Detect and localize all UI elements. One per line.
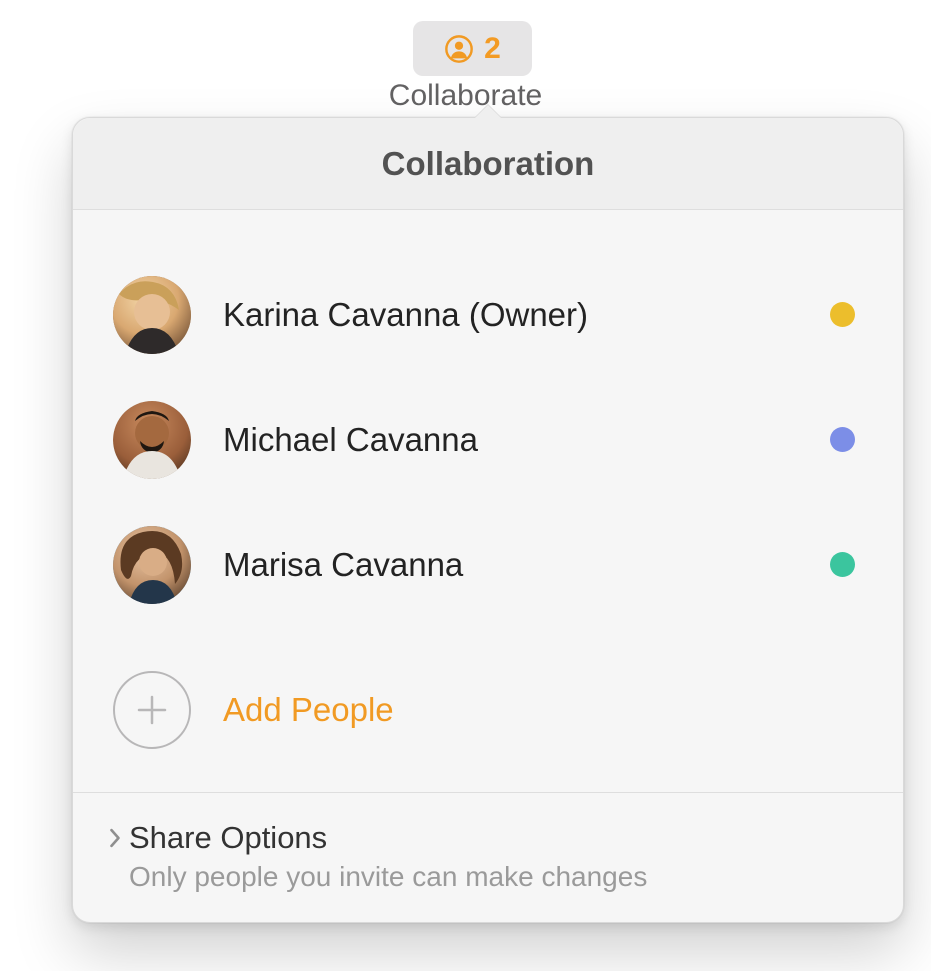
add-people-label: Add People [223, 691, 394, 729]
avatar [113, 401, 191, 479]
collaborate-toolbar-label: Collaborate [0, 79, 931, 113]
participant-row[interactable]: Karina Cavanna (Owner) [113, 252, 863, 377]
presence-dot-icon [830, 552, 855, 577]
participant-name: Michael Cavanna [223, 421, 830, 459]
participant-name: Marisa Cavanna [223, 546, 830, 584]
participant-name: Karina Cavanna (Owner) [223, 296, 830, 334]
collaborate-toolbar-button[interactable]: 2 [413, 21, 532, 76]
avatar [113, 276, 191, 354]
share-options-subtitle: Only people you invite can make changes [129, 858, 863, 896]
share-options-title: Share Options [129, 819, 863, 858]
collaboration-popover: Collaboration Karina Cavanna (Owne [72, 117, 904, 923]
participants-list: Karina Cavanna (Owner) [73, 210, 903, 772]
participant-row[interactable]: Marisa Cavanna [113, 502, 863, 627]
presence-dot-icon [830, 302, 855, 327]
collaborator-count-badge: 2 [484, 32, 501, 66]
avatar [113, 526, 191, 604]
chevron-right-icon [101, 819, 129, 849]
presence-dot-icon [830, 427, 855, 452]
share-options-text: Share Options Only people you invite can… [129, 819, 863, 896]
participant-row[interactable]: Michael Cavanna [113, 377, 863, 502]
popover-title: Collaboration [73, 118, 903, 210]
plus-icon [113, 671, 191, 749]
add-people-button[interactable]: Add People [113, 647, 863, 772]
share-options-row[interactable]: Share Options Only people you invite can… [73, 792, 903, 922]
person-circle-icon [444, 34, 474, 64]
